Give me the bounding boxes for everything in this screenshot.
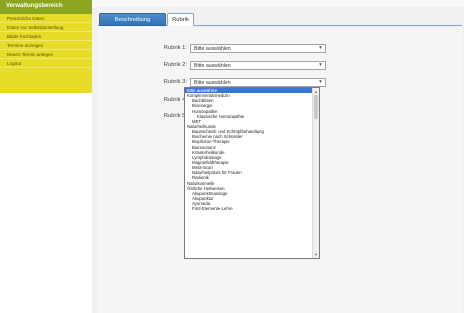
- main-content: Beschreibung Rubrik Rubrik 1: Bitte ausw…: [92, 0, 464, 313]
- sidebar-item-neuen-termin[interactable]: Neuen Termin anlegen: [0, 50, 92, 59]
- scroll-down-icon[interactable]: ▼: [314, 252, 318, 257]
- rubrik-3-value: Bitte auswählen: [194, 80, 231, 86]
- rubrik-5-label: Rubrik 5:: [163, 113, 187, 119]
- tab-bar: Beschreibung Rubrik: [98, 13, 462, 26]
- rubrik-panel: Rubrik 1: Bitte auswählen ▾ Rubrik 2: Bi…: [98, 27, 462, 313]
- rubrik-2-value: Bitte auswählen: [194, 63, 231, 69]
- tab-beschreibung[interactable]: Beschreibung: [99, 13, 166, 26]
- rubrik-2-label: Rubrik 2:: [163, 62, 187, 68]
- rubrik-1-value: Bitte auswählen: [194, 46, 231, 52]
- sidebar: Verwaltungsbereich Persönliche Daten Dat…: [0, 0, 92, 93]
- rubrik-2-select[interactable]: Bitte auswählen ▾: [190, 61, 326, 70]
- scroll-up-icon[interactable]: ▲: [314, 89, 318, 94]
- rubrik-1-label: Rubrik 1:: [163, 45, 187, 51]
- sidebar-item-termine-anzeigen[interactable]: Termine anzeigen: [0, 41, 92, 50]
- sidebar-item-logout[interactable]: Logout: [0, 59, 92, 68]
- scrollbar-thumb[interactable]: [314, 95, 318, 119]
- dropdown-option[interactable]: Fünf-Elemente-Lehre: [185, 206, 319, 211]
- sidebar-title: Verwaltungsbereich: [0, 0, 92, 14]
- dropdown-options: Bitte auswählen Komplementärmedizin Bachbl…: [185, 88, 319, 211]
- tab-rubrik[interactable]: Rubrik: [167, 13, 194, 26]
- chevron-down-icon: ▾: [319, 62, 322, 68]
- sidebar-item-persoenliche-daten[interactable]: Persönliche Daten: [0, 14, 92, 23]
- rubrik-3-label: Rubrik 3:: [163, 79, 187, 85]
- rubrik-3-select[interactable]: Bitte auswählen ▾: [190, 78, 326, 87]
- rubrik-1-select[interactable]: Bitte auswählen ▾: [190, 44, 326, 53]
- chevron-down-icon: ▾: [319, 79, 322, 85]
- rubrik-3-dropdown-list[interactable]: Bitte auswählen Komplementärmedizin Bachbl…: [184, 87, 320, 259]
- sidebar-item-selbstdarstellung[interactable]: Daten zur Selbstdarstellung: [0, 23, 92, 32]
- sidebar-item-bilder-hochladen[interactable]: Bilder hochladen: [0, 32, 92, 41]
- top-strip: [92, 0, 464, 7]
- rubrik-4-label: Rubrik 4:: [163, 97, 187, 103]
- dropdown-scrollbar[interactable]: ▲ ▼: [312, 88, 319, 258]
- chevron-down-icon: ▾: [319, 45, 322, 51]
